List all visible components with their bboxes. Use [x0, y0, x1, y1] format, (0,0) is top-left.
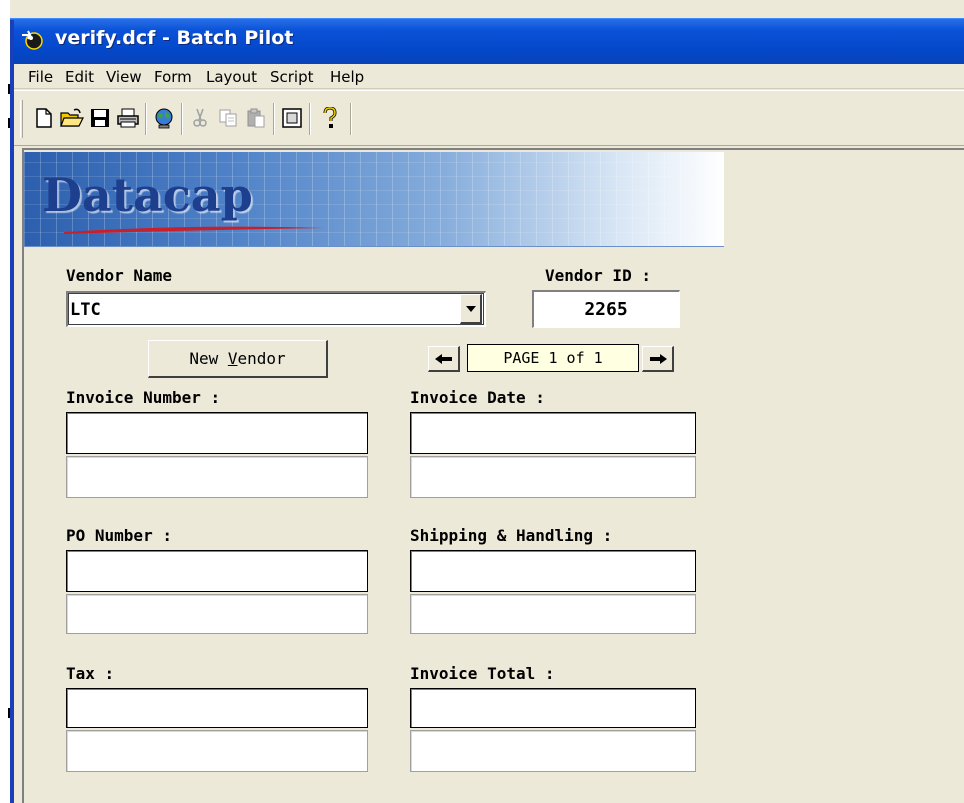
help-icon[interactable]	[316, 103, 344, 133]
logo-swoosh	[64, 226, 324, 234]
tax-field[interactable]	[66, 688, 368, 728]
invoice-number-field[interactable]	[66, 412, 368, 454]
print-icon[interactable]	[114, 103, 142, 133]
menu-layout[interactable]: Layout	[206, 68, 257, 86]
tax-snippet	[66, 730, 368, 772]
shipping-handling-label: Shipping & Handling :	[410, 526, 613, 545]
window-title: verify.dcf - Batch Pilot	[55, 27, 294, 49]
toolbar-separator	[145, 103, 147, 135]
vendor-id-label: Vendor ID :	[545, 266, 651, 285]
menu-file[interactable]: File	[28, 68, 53, 86]
invoice-date-snippet	[410, 456, 696, 498]
toolbar-separator	[181, 103, 183, 135]
invoice-date-field[interactable]	[410, 412, 696, 454]
invoice-total-label: Invoice Total :	[410, 664, 555, 683]
new-icon[interactable]	[30, 103, 58, 133]
tax-label: Tax :	[66, 664, 115, 683]
menu-edit[interactable]: Edit	[65, 68, 94, 86]
globe-icon[interactable]	[150, 103, 178, 133]
new-vendor-button[interactable]: New Vendor	[148, 340, 328, 378]
toolbar-separator	[273, 103, 275, 135]
vendor-name-value: LTC	[70, 300, 101, 320]
menu-script[interactable]: Script	[270, 68, 314, 86]
form-icon[interactable]	[278, 103, 306, 133]
app-icon[interactable]	[20, 28, 46, 50]
shipping-handling-snippet	[410, 594, 696, 634]
next-page-button[interactable]	[642, 346, 674, 372]
vendor-name-label: Vendor Name	[66, 266, 172, 285]
toolbar-separator	[309, 103, 311, 135]
chevron-down-icon	[465, 305, 476, 312]
invoice-number-snippet	[66, 456, 368, 498]
po-number-label: PO Number :	[66, 526, 172, 545]
menu-view[interactable]: View	[106, 68, 142, 86]
prev-page-button[interactable]	[428, 346, 460, 372]
invoice-date-label: Invoice Date :	[410, 388, 545, 407]
toolbar-separator	[350, 103, 352, 135]
invoice-number-label: Invoice Number :	[66, 388, 221, 407]
menu-form[interactable]: Form	[154, 68, 192, 86]
menu-help[interactable]: Help	[330, 68, 364, 86]
arrow-left-icon	[434, 353, 452, 364]
toolbar-grip[interactable]	[20, 100, 23, 138]
datacap-logo: Datacap	[42, 168, 253, 222]
new-vendor-label-accel: V	[227, 349, 238, 368]
invoice-total-snippet	[410, 730, 696, 772]
dropdown-button[interactable]	[460, 294, 482, 324]
copy-icon	[214, 103, 242, 133]
shipping-handling-field[interactable]	[410, 550, 696, 592]
vendor-name-dropdown[interactable]	[66, 291, 486, 327]
vendor-id-value: 2265	[584, 299, 628, 320]
arrow-right-icon	[649, 353, 667, 364]
po-number-snippet	[66, 594, 368, 634]
cut-icon	[186, 103, 214, 133]
open-icon[interactable]	[58, 103, 86, 133]
new-vendor-label-pre: New	[189, 349, 228, 368]
page-indicator: PAGE 1 of 1	[467, 344, 639, 372]
new-vendor-label-post: endor	[237, 349, 286, 368]
paste-icon	[242, 103, 270, 133]
save-icon[interactable]	[86, 103, 114, 133]
window-border	[10, 20, 14, 803]
po-number-field[interactable]	[66, 550, 368, 592]
invoice-total-field[interactable]	[410, 688, 696, 728]
datacap-banner: Datacap	[24, 152, 724, 247]
